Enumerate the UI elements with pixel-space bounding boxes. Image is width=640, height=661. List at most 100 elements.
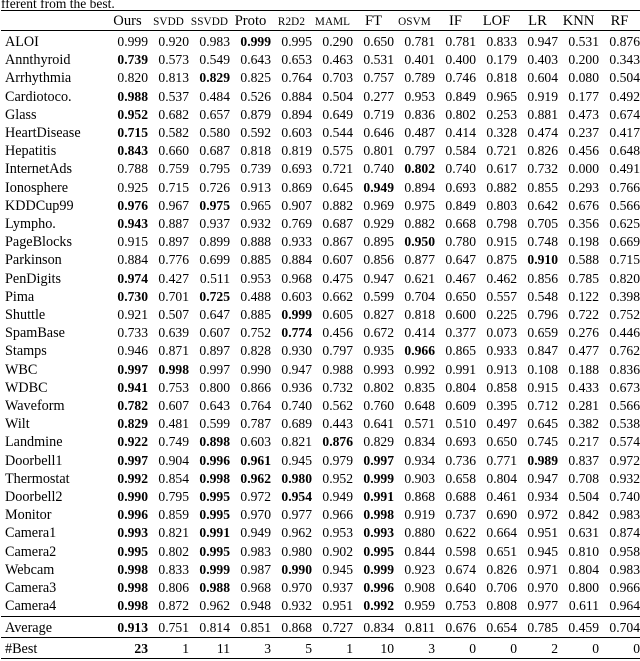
value-cell: 0.979 (322, 452, 353, 468)
results-table: Ours SVDD SSVDD Proto R2D2 MAML FT OSVM IF LOF LR K… (1, 10, 640, 661)
value-cell: 0.953 (240, 270, 271, 286)
value-cell: 0.733 (117, 325, 148, 341)
value-cell: 0.198 (568, 234, 599, 250)
value-cell: 0.459 (568, 619, 599, 635)
dataset-name-cell: Monitor (5, 507, 52, 524)
value-cell: 0.764 (281, 70, 312, 86)
value-cell: 0.855 (527, 179, 558, 195)
value-cell: 0.977 (527, 598, 558, 614)
value-cell: 0.999 (240, 34, 271, 49)
value-cell: 0.456 (568, 143, 599, 159)
dataset-name-cell: SpamBase (5, 325, 65, 342)
value-cell: 0.721 (486, 143, 517, 159)
value-cell: 0.766 (609, 179, 640, 195)
value-cell: 0.995 (199, 507, 230, 523)
table-row: Stamps 0.946 0.871 0.897 0.828 0.930 0.797 0.93… (1, 342, 640, 360)
value-cell: 0.800 (199, 379, 230, 395)
value-cell: 0.962 (281, 525, 312, 541)
value-cell: 0.811 (404, 619, 435, 635)
value-cell: 0.752 (609, 307, 640, 323)
table-row: Camera2 0.995 0.802 0.995 0.983 0.980 0.902 0.9… (1, 543, 640, 561)
value-cell: 0.689 (281, 416, 312, 432)
dataset-name-cell: Pima (5, 288, 35, 305)
value-cell: 0.836 (609, 361, 640, 377)
value-cell: 0.966 (322, 507, 353, 523)
dataset-name-cell: ALOI (5, 34, 39, 50)
value-cell: 0.574 (609, 434, 640, 450)
value-cell: 0.443 (322, 416, 353, 432)
value-cell: 0.617 (486, 161, 517, 177)
value-cell: 0.943 (117, 216, 148, 232)
value-cell: 0.217 (568, 434, 599, 450)
value-cell: 0.467 (445, 270, 476, 286)
value-cell: 0.947 (363, 270, 394, 286)
column-header-label: RF (610, 13, 629, 29)
value-cell: 0.760 (363, 398, 394, 414)
value-cell: 0.952 (322, 470, 353, 486)
value-cell: 0.879 (240, 106, 271, 122)
value-cell: 0.582 (158, 125, 189, 141)
dataset-name-cell: Stamps (5, 343, 47, 360)
table-row: Pima 0.730 0.701 0.725 0.488 0.603 0.662 0.599 0… (1, 288, 640, 306)
value-cell: 0.648 (609, 143, 640, 159)
table-row: KDDCup99 0.976 0.967 0.975 0.965 0.907 0.882 0.… (1, 197, 640, 215)
value-cell: 0.497 (486, 416, 517, 432)
table-row: Glass 0.952 0.682 0.657 0.879 0.894 0.649 0.719… (1, 106, 640, 124)
value-cell: 0.826 (486, 561, 517, 577)
table-row: Thermostat 0.992 0.854 0.998 0.962 0.980 0.952… (1, 470, 640, 488)
value-cell: 0.647 (199, 307, 230, 323)
dataset-name-cell: Landmine (5, 434, 63, 451)
column-header-label: SVDD (153, 16, 184, 28)
value-cell: 0.704 (609, 619, 640, 635)
dataset-name-cell: Parkinson (5, 252, 62, 269)
value-cell: 0.708 (568, 470, 599, 486)
value-cell: 0.108 (527, 361, 558, 377)
value-cell: 0.834 (363, 619, 394, 635)
value-cell: 0.874 (609, 525, 640, 541)
value-cell: 0.802 (404, 161, 435, 177)
value-cell: 0.988 (199, 580, 230, 596)
value-cell: 0.872 (158, 598, 189, 614)
value-cell: 0.659 (527, 325, 558, 341)
value-cell: 0.504 (322, 88, 353, 104)
value-cell: 0.965 (486, 88, 517, 104)
value-cell: 0.988 (117, 88, 148, 104)
value-cell: 0.833 (158, 561, 189, 577)
value-cell: 0.746 (445, 70, 476, 86)
value-cell: 0.676 (445, 619, 476, 635)
value-cell: 0.588 (568, 252, 599, 268)
value-cell: 0.701 (158, 288, 189, 304)
value-cell: 0.571 (404, 416, 435, 432)
value-cell: 0.976 (117, 197, 148, 213)
value-cell: 0.682 (158, 106, 189, 122)
column-header-label: LR (528, 13, 547, 29)
value-cell: 0.836 (404, 106, 435, 122)
value-cell: 0.913 (117, 619, 148, 635)
value-cell: 0.605 (322, 307, 353, 323)
table-row: Landmine 0.922 0.749 0.898 0.603 0.821 0.876 0.… (1, 433, 640, 451)
value-cell: 0.999 (363, 470, 394, 486)
value-cell: 0.122 (568, 288, 599, 304)
table-row: Camera1 0.993 0.821 0.991 0.949 0.962 0.953 0.9… (1, 524, 640, 542)
value-cell: 0.759 (158, 161, 189, 177)
value-cell: 0.526 (240, 88, 271, 104)
value-cell: 0.992 (117, 470, 148, 486)
value-cell: 0.806 (158, 580, 189, 596)
value-cell: 0.531 (568, 34, 599, 49)
value-cell: 0.549 (199, 52, 230, 68)
value-cell: 0.868 (281, 619, 312, 635)
value-cell: 0.580 (199, 125, 230, 141)
value-cell: 0.749 (158, 434, 189, 450)
value-cell: 0.481 (158, 416, 189, 432)
dataset-name-cell: Hepatitis (5, 143, 57, 160)
value-cell: 0.693 (445, 434, 476, 450)
value-cell: 0.995 (117, 543, 148, 559)
column-header-lr: LR (517, 13, 558, 31)
value-cell: 0.825 (240, 70, 271, 86)
table-row: ALOI 0.999 0.920 0.983 0.999 0.995 0.290 0.650 0… (1, 33, 640, 51)
value-cell: 0.584 (445, 143, 476, 159)
value-cell: 0.898 (199, 434, 230, 450)
value-cell: 0.913 (486, 361, 517, 377)
value-cell: 0.882 (486, 179, 517, 195)
value-cell: 0.867 (322, 234, 353, 250)
